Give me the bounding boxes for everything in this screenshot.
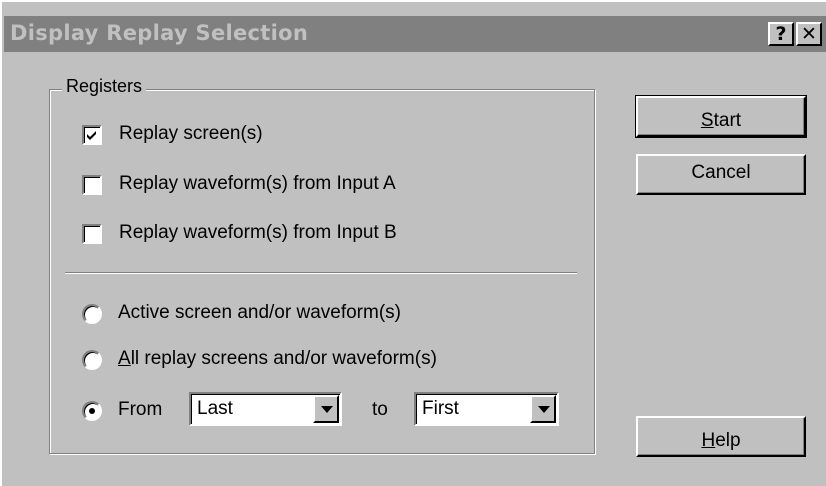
help-button[interactable]: Help <box>636 416 806 457</box>
chevron-down-icon <box>321 406 333 413</box>
registers-group-label: Registers <box>62 76 147 97</box>
separator-line <box>65 272 577 274</box>
cancel-button[interactable]: Cancel <box>636 154 806 195</box>
from-select-value: Last <box>197 398 233 419</box>
close-icon: ✕ <box>801 23 817 45</box>
help-button-label: Help <box>701 430 741 451</box>
active-screen-label: Active screen and/or waveform(s) <box>118 302 401 323</box>
active-screen-radio[interactable] <box>82 304 102 324</box>
dialog-title: Display Replay Selection <box>10 21 309 45</box>
display-replay-selection-dialog: Display Replay Selection ? ✕ Registers R… <box>0 0 826 486</box>
to-select-value: First <box>422 398 459 419</box>
cancel-button-label: Cancel <box>691 162 751 183</box>
title-bar[interactable]: Display Replay Selection ? ✕ <box>4 16 826 52</box>
replay-input-a-label: Replay waveform(s) from Input A <box>119 173 396 194</box>
start-button-label: Start <box>700 110 742 131</box>
question-mark-icon: ? <box>775 23 787 45</box>
replay-screens-label: Replay screen(s) <box>119 123 263 144</box>
replay-input-b-checkbox[interactable] <box>82 224 102 244</box>
start-button[interactable]: Start <box>635 95 807 138</box>
all-replay-screens-radio[interactable] <box>82 350 102 370</box>
to-select[interactable]: First <box>414 392 559 426</box>
to-label: to <box>372 399 388 420</box>
from-select-dropdown-button[interactable] <box>313 395 339 423</box>
checkmark-icon <box>87 131 96 140</box>
replay-input-a-checkbox[interactable] <box>82 175 102 195</box>
all-replay-screens-label: All replay screens and/or waveform(s) <box>118 348 437 369</box>
replay-screens-checkbox[interactable] <box>82 125 102 145</box>
chevron-down-icon <box>538 406 550 413</box>
help-title-button[interactable]: ? <box>768 22 794 46</box>
to-select-dropdown-button[interactable] <box>530 395 556 423</box>
radio-selected-dot <box>89 408 95 414</box>
from-range-radio[interactable] <box>82 401 102 421</box>
from-label: From <box>118 399 163 420</box>
replay-input-b-label: Replay waveform(s) from Input B <box>119 222 397 243</box>
close-title-button[interactable]: ✕ <box>796 22 822 46</box>
from-select[interactable]: Last <box>189 392 342 426</box>
